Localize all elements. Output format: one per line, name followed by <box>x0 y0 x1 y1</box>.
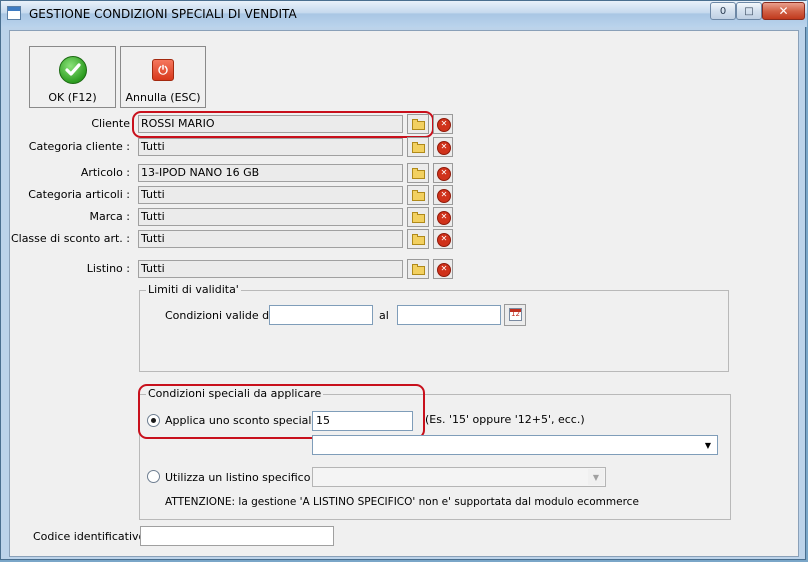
marca-clear-button[interactable]: ✕ <box>433 207 453 227</box>
app-icon <box>7 6 21 20</box>
minimize-button[interactable]: 0 <box>710 2 736 20</box>
cliente-clear-button[interactable]: ✕ <box>433 114 453 134</box>
ok-button[interactable]: OK (F12) <box>29 46 116 108</box>
cliente-label: Cliente <box>91 117 130 130</box>
limiti-group <box>139 290 729 372</box>
categoria-cliente-clear-button[interactable]: ✕ <box>433 137 453 157</box>
marca-label: Marca : <box>89 210 130 223</box>
marca-browse-button[interactable] <box>407 207 429 227</box>
cancel-button-label: Annulla (ESC) <box>125 91 201 104</box>
sconto-hint: (Es. '15' oppure '12+5', ecc.) <box>425 413 585 426</box>
sconto-input[interactable]: 15 <box>312 411 413 431</box>
clear-x-icon: ✕ <box>437 189 451 203</box>
listino-label: Listino : <box>86 262 130 275</box>
chevron-down-icon: ▼ <box>588 469 604 485</box>
classe-sconto-label: Classe di sconto art. : <box>10 232 130 245</box>
codice-label: Codice identificativo : <box>33 530 153 543</box>
categoria-articoli-browse-button[interactable] <box>407 185 429 205</box>
categoria-cliente-browse-button[interactable] <box>407 137 429 157</box>
listino-field[interactable]: Tutti <box>138 260 403 278</box>
articolo-clear-button[interactable]: ✕ <box>433 163 453 183</box>
cancel-button[interactable]: ⏻ Annulla (ESC) <box>120 46 206 108</box>
classe-sconto-field[interactable]: Tutti <box>138 230 403 248</box>
close-button[interactable]: ✕ <box>762 2 805 20</box>
calendar-icon: 12 <box>509 308 522 321</box>
cliente-field[interactable]: ROSSI MARIO <box>138 115 403 133</box>
classe-sconto-browse-button[interactable] <box>407 229 429 249</box>
sconto-label: Applica uno sconto speciale <box>165 414 319 427</box>
categoria-cliente-label: Categoria cliente : <box>28 140 130 153</box>
sconto-dropdown[interactable]: ▼ <box>312 435 718 455</box>
valide-dal-input[interactable] <box>269 305 373 325</box>
dialog-window: GESTIONE CONDIZIONI SPECIALI DI VENDITA … <box>0 0 807 560</box>
listino-specifico-label: Utilizza un listino specifico <box>165 471 311 484</box>
window-title: GESTIONE CONDIZIONI SPECIALI DI VENDITA <box>29 7 297 21</box>
codice-input[interactable] <box>140 526 334 546</box>
articolo-field[interactable]: 13-IPOD NANO 16 GB <box>138 164 403 182</box>
ecommerce-warning: ATTENZIONE: la gestione 'A LISTINO SPECI… <box>165 496 639 508</box>
categoria-articoli-field[interactable]: Tutti <box>138 186 403 204</box>
articolo-label: Articolo : <box>80 166 130 179</box>
title-bar[interactable]: GESTIONE CONDIZIONI SPECIALI DI VENDITA … <box>1 1 807 27</box>
articolo-browse-button[interactable] <box>407 163 429 183</box>
categoria-cliente-field[interactable]: Tutti <box>138 138 403 156</box>
valide-dal-label: Condizioni valide dal <box>165 309 279 322</box>
clear-x-icon: ✕ <box>437 118 451 132</box>
sconto-radio[interactable] <box>147 414 160 427</box>
calendar-button[interactable]: 12 <box>504 304 526 326</box>
marca-field[interactable]: Tutti <box>138 208 403 226</box>
condizioni-legend: Condizioni speciali da applicare <box>146 387 324 400</box>
clear-x-icon: ✕ <box>437 141 451 155</box>
cliente-browse-button[interactable] <box>407 114 429 134</box>
listino-clear-button[interactable]: ✕ <box>433 259 453 279</box>
valide-al-input[interactable] <box>397 305 501 325</box>
limiti-legend: Limiti di validita' <box>146 283 241 296</box>
chevron-down-icon: ▼ <box>704 440 712 450</box>
clear-x-icon: ✕ <box>437 211 451 225</box>
classe-sconto-clear-button[interactable]: ✕ <box>433 229 453 249</box>
clear-x-icon: ✕ <box>437 263 451 277</box>
checkmark-icon <box>59 56 87 84</box>
ok-button-label: OK (F12) <box>48 91 97 104</box>
power-stop-icon: ⏻ <box>152 59 174 81</box>
al-label: al <box>379 309 389 322</box>
clear-x-icon: ✕ <box>437 233 451 247</box>
categoria-articoli-clear-button[interactable]: ✕ <box>433 185 453 205</box>
listino-specifico-radio[interactable] <box>147 470 160 483</box>
maximize-button[interactable]: □ <box>736 2 762 20</box>
listino-specifico-dropdown[interactable]: ▼ <box>312 467 606 487</box>
clear-x-icon: ✕ <box>437 167 451 181</box>
listino-browse-button[interactable] <box>407 259 429 279</box>
categoria-articoli-label: Categoria articoli : <box>28 188 130 201</box>
